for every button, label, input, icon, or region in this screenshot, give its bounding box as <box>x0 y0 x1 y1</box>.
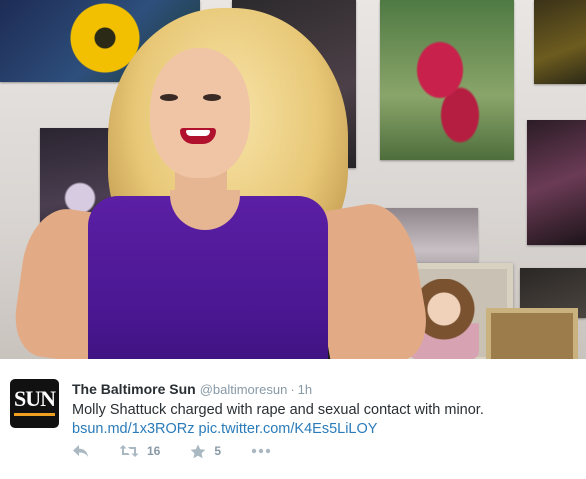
woman-dress <box>88 190 328 359</box>
tweet-text: Molly Shattuck charged with rape and sex… <box>72 401 572 439</box>
tweet-actions: 16 5 <box>72 442 301 460</box>
tweet-card: SUN The Baltimore Sun @baltimoresun · 1h Mo… <box>0 0 586 479</box>
retweet-count: 16 <box>147 444 161 458</box>
favorite-icon <box>190 444 206 458</box>
retweet-icon <box>119 445 139 457</box>
avatar-logo-text: SUN <box>13 386 56 411</box>
more-button[interactable] <box>251 448 271 454</box>
avatar[interactable]: SUN <box>10 379 59 428</box>
reply-button[interactable] <box>72 444 89 458</box>
woman-eye <box>160 94 178 101</box>
tweet-header: The Baltimore Sun @baltimoresun · 1h <box>72 380 312 399</box>
more-icon <box>251 448 271 454</box>
tweet-body: Molly Shattuck charged with rape and sex… <box>72 402 484 418</box>
retweet-button[interactable]: 16 <box>119 444 160 458</box>
tweet-pic-link[interactable]: pic.twitter.com/K4Es5LiLOY <box>199 421 378 437</box>
separator-dot: · <box>290 382 295 397</box>
author-handle[interactable]: @baltimoresun <box>200 382 288 397</box>
reply-icon <box>73 445 88 457</box>
tweet-photo[interactable] <box>0 0 586 359</box>
wall-painting <box>534 0 586 84</box>
wall-painting <box>380 0 514 160</box>
author-name[interactable]: The Baltimore Sun <box>72 381 196 397</box>
woman-face <box>150 48 250 178</box>
woman-eye <box>203 94 221 101</box>
wall-painting <box>527 120 586 245</box>
favorite-count: 5 <box>214 444 222 458</box>
photo-frame <box>486 308 578 359</box>
favorite-button[interactable]: 5 <box>190 444 221 459</box>
tweet-timestamp[interactable]: 1h <box>298 382 312 397</box>
tweet-link[interactable]: bsun.md/1x3RORz <box>72 421 195 437</box>
avatar-logo-bar <box>14 413 55 416</box>
